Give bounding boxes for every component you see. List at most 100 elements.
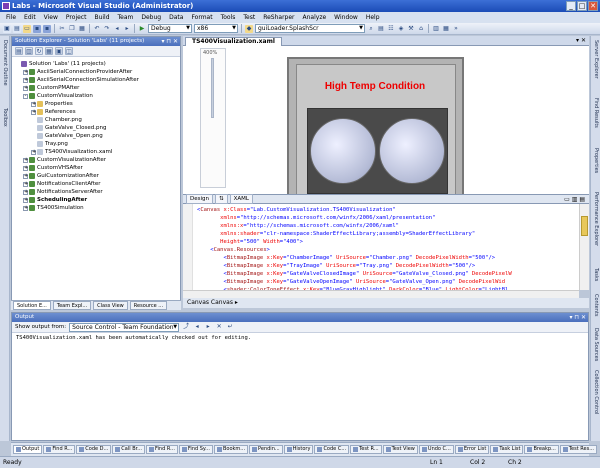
xaml-code-editor[interactable]: <Canvas x:Class="Lab.CustomVisualization… bbox=[183, 204, 579, 290]
maximize-button[interactable]: □ bbox=[577, 1, 587, 11]
expand-icon[interactable]: + bbox=[23, 69, 28, 75]
save-icon[interactable]: ▪ bbox=[33, 24, 41, 33]
solution-explorer-tab[interactable]: Solution E... bbox=[13, 301, 51, 310]
expand-icon[interactable]: + bbox=[31, 101, 36, 107]
tree-node[interactable]: + TS400Simulation bbox=[23, 204, 84, 212]
paste-icon[interactable]: ▦ bbox=[78, 25, 86, 33]
save-all-icon[interactable]: ▪ bbox=[43, 24, 51, 33]
undo-icon[interactable]: ↶ bbox=[93, 25, 101, 33]
scrollbar-thumb[interactable] bbox=[581, 216, 588, 236]
menu-debug[interactable]: Debug bbox=[137, 12, 165, 23]
find-in-files-icon[interactable]: ◆ bbox=[245, 24, 253, 33]
layout-icon[interactable]: ▥ bbox=[432, 25, 440, 33]
menu-team[interactable]: Team bbox=[114, 12, 138, 23]
class-diagram-icon[interactable]: ◫ bbox=[65, 47, 73, 55]
expand-icon[interactable]: + bbox=[23, 77, 28, 83]
find-results-tab[interactable]: Find Results bbox=[592, 98, 600, 128]
tree-node[interactable]: GateValve_Open.png bbox=[31, 132, 103, 140]
grid-icon[interactable]: ▦ bbox=[442, 25, 450, 33]
start-debugging-icon[interactable]: ▶ bbox=[138, 25, 146, 33]
expand-icon[interactable]: + bbox=[31, 149, 36, 155]
bottom-tab[interactable]: Find Sy... bbox=[178, 445, 213, 454]
xaml-view-tab[interactable]: XAML bbox=[229, 194, 253, 204]
design-view-tab[interactable]: Design bbox=[186, 194, 213, 204]
expand-icon[interactable]: + bbox=[31, 109, 36, 115]
menu-test[interactable]: Test bbox=[239, 12, 259, 23]
redo-icon[interactable]: ↷ bbox=[103, 25, 111, 33]
tree-node[interactable]: + Properties bbox=[31, 100, 73, 108]
bottom-tab[interactable]: Test Res... bbox=[559, 445, 597, 454]
view-code-icon[interactable]: ▦ bbox=[45, 47, 53, 55]
expand-icon[interactable]: + bbox=[23, 197, 28, 203]
properties-tab[interactable]: Properties bbox=[592, 148, 600, 173]
expand-icon[interactable]: + bbox=[23, 181, 28, 187]
menu-data[interactable]: Data bbox=[165, 12, 187, 23]
editor-vertical-scrollbar[interactable] bbox=[579, 204, 589, 290]
breadcrumb-path[interactable]: Canvas Canvas ▸ bbox=[187, 299, 238, 306]
solution-configuration-dropdown[interactable]: Debug ▼ bbox=[148, 24, 192, 33]
split-layout-icon[interactable]: ▭ ▥ ▤ bbox=[564, 196, 585, 203]
tree-node[interactable]: + GuiCustomizationAfter bbox=[23, 172, 99, 180]
bottom-tab[interactable]: History bbox=[283, 445, 314, 454]
tree-node[interactable]: - CustomVisualization bbox=[23, 92, 93, 100]
previous-message-icon[interactable]: ◂ bbox=[193, 323, 201, 331]
menu-project[interactable]: Project bbox=[62, 12, 91, 23]
menu-window[interactable]: Window bbox=[330, 12, 362, 23]
swap-panes-button[interactable]: ⇅ bbox=[215, 194, 228, 204]
bottom-tab[interactable]: Code D... bbox=[76, 445, 112, 454]
view-designer-icon[interactable]: ▣ bbox=[55, 47, 63, 55]
bottom-tab[interactable]: Test View bbox=[382, 445, 418, 454]
object-browser-icon[interactable]: ◈ bbox=[397, 25, 405, 33]
bottom-tab[interactable]: Breakp... bbox=[524, 445, 559, 454]
data-sources-tab[interactable]: Data Sources bbox=[592, 328, 600, 361]
properties-icon[interactable]: ☷ bbox=[387, 25, 395, 33]
solution-platform-dropdown[interactable]: x86 ▼ bbox=[194, 24, 238, 33]
startup-item-dropdown[interactable]: guiLoader.SplashScr ▼ bbox=[255, 24, 365, 33]
bottom-tab[interactable]: Find R... bbox=[146, 445, 178, 454]
tree-node[interactable]: + CustomVisualizationAfter bbox=[23, 156, 106, 164]
bottom-tab[interactable]: Call Br... bbox=[112, 445, 146, 454]
output-source-dropdown[interactable]: Source Control - Team Foundation ▼ bbox=[69, 322, 180, 332]
toolbox-icon[interactable]: ⚒ bbox=[407, 25, 415, 33]
go-to-location-icon[interactable]: ⤴ bbox=[182, 323, 190, 331]
menu-format[interactable]: Format bbox=[187, 12, 216, 23]
navigate-back-icon[interactable]: ◂ bbox=[113, 25, 121, 33]
tree-node[interactable]: GateValve_Closed.png bbox=[31, 124, 107, 132]
document-outline-tab[interactable]: Document Outline bbox=[1, 40, 9, 86]
output-text[interactable]: TS400Visualization.xaml has been automat… bbox=[12, 333, 588, 344]
bottom-tab[interactable]: Code C... bbox=[314, 445, 350, 454]
tree-node[interactable]: + References bbox=[31, 108, 76, 116]
refresh-icon[interactable]: ↻ bbox=[35, 47, 43, 55]
word-wrap-icon[interactable]: ↵ bbox=[226, 323, 234, 331]
team-explorer-tab[interactable]: Team Expl... bbox=[52, 301, 92, 310]
clear-all-icon[interactable]: ✕ bbox=[215, 323, 223, 331]
tasks-tab[interactable]: Tasks bbox=[592, 268, 600, 281]
menu-view[interactable]: View bbox=[40, 12, 62, 23]
properties-icon[interactable]: ▤ bbox=[15, 47, 23, 55]
bottom-tab[interactable]: Undo C... bbox=[418, 445, 454, 454]
tree-node[interactable]: + CustomVHSAfter bbox=[23, 164, 83, 172]
contents-tab[interactable]: Contents bbox=[592, 294, 600, 317]
tree-node[interactable]: + SchedulingAfter bbox=[23, 196, 87, 204]
server-explorer-tab[interactable]: Server Explorer bbox=[592, 40, 600, 79]
collapse-icon[interactable]: - bbox=[23, 93, 28, 99]
bottom-tab[interactable]: Test R... bbox=[350, 445, 382, 454]
zoom-slider[interactable] bbox=[211, 58, 214, 118]
tree-node[interactable]: Chamber.png bbox=[31, 116, 82, 124]
expand-icon[interactable]: + bbox=[23, 189, 28, 195]
tray-image[interactable] bbox=[307, 108, 448, 194]
tree-node[interactable]: + TS400Visualization.xaml bbox=[31, 148, 112, 156]
collection-control-tab[interactable]: Collection Control bbox=[592, 370, 600, 414]
expand-icon[interactable]: + bbox=[23, 205, 28, 211]
menu-analyze[interactable]: Analyze bbox=[299, 12, 331, 23]
tree-node[interactable]: + AsciiSerialConnectionSimulationAfter bbox=[23, 76, 139, 84]
tree-node[interactable]: Tray.png bbox=[31, 140, 68, 148]
resource-view-tab[interactable]: Resource ... bbox=[129, 301, 168, 310]
editor-horizontal-scrollbar[interactable] bbox=[183, 290, 579, 298]
solution-explorer-icon[interactable]: ▤ bbox=[377, 25, 385, 33]
start-page-icon[interactable]: ⌂ bbox=[417, 25, 425, 33]
navigate-forward-icon[interactable]: ▸ bbox=[123, 25, 131, 33]
find-icon[interactable]: ⌕ bbox=[367, 25, 375, 33]
bottom-tab[interactable]: Output bbox=[13, 445, 43, 454]
close-document-icon[interactable]: ▾ ✕ bbox=[576, 37, 586, 44]
